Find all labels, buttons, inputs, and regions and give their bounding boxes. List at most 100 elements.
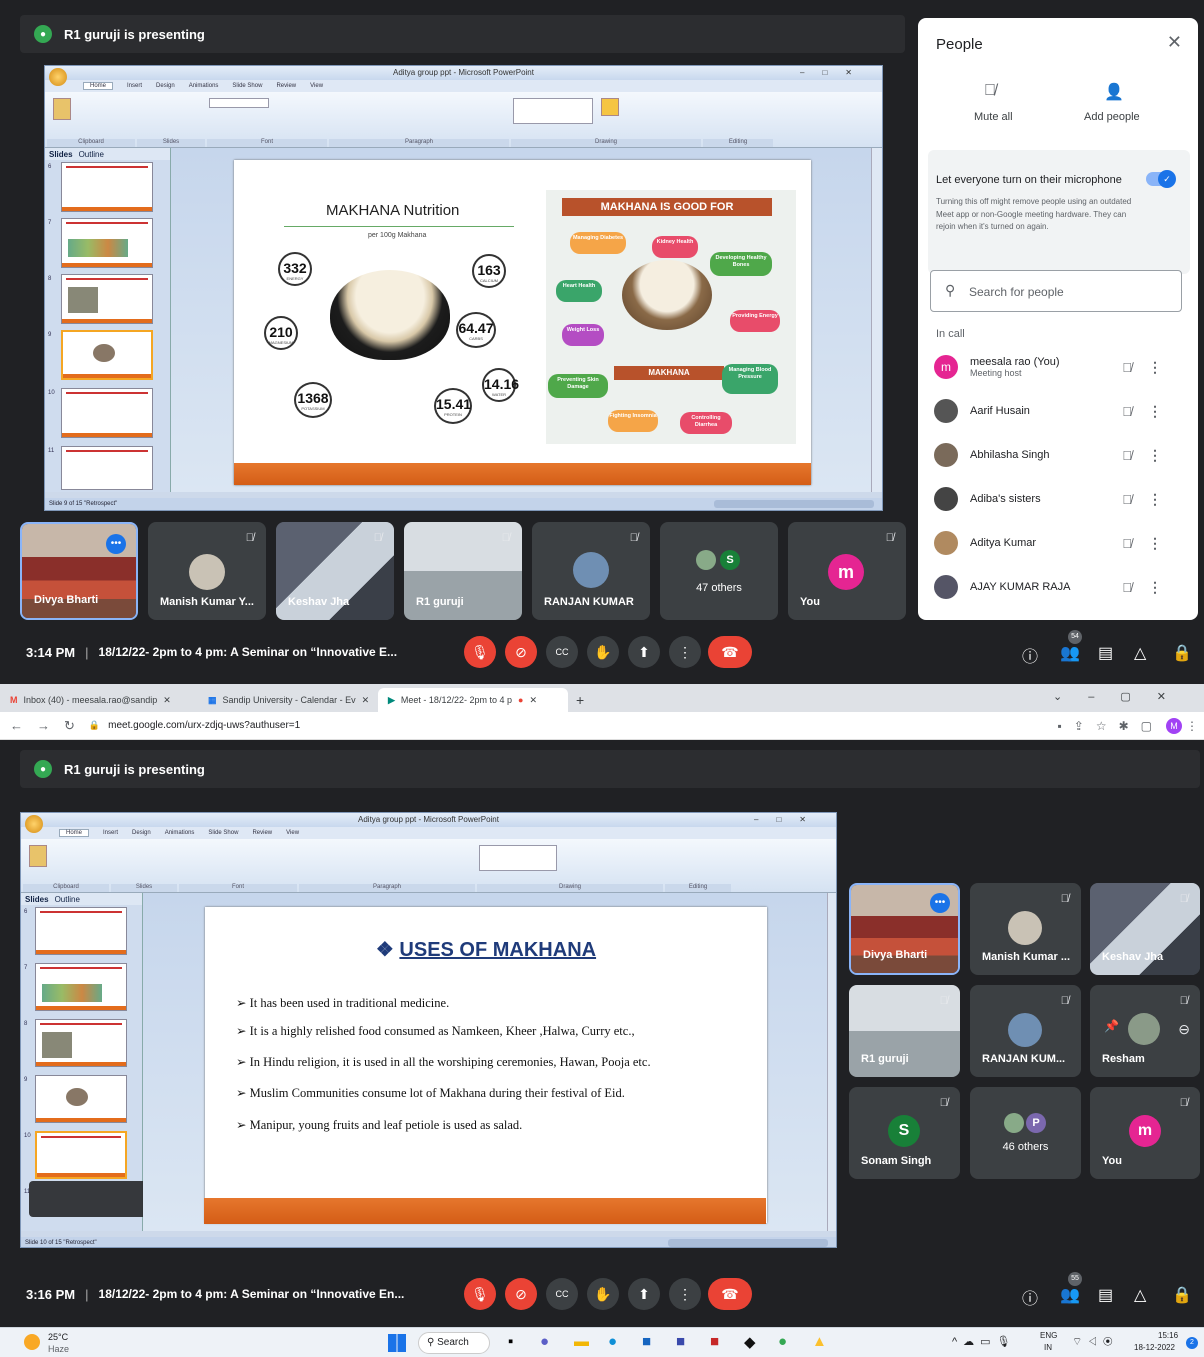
chrome-icon[interactable]: ● bbox=[778, 1333, 787, 1350]
ribbon-tab-animations[interactable]: Animations bbox=[165, 830, 195, 836]
outline-tab[interactable]: Outline bbox=[79, 150, 104, 159]
zoom-controls[interactable] bbox=[714, 500, 874, 508]
leave-call-button[interactable]: ☎ bbox=[708, 636, 752, 668]
ribbon-tab-insert[interactable]: Insert bbox=[127, 83, 142, 89]
more-icon[interactable]: ⋮ bbox=[1148, 447, 1162, 464]
others-tile[interactable]: P 46 others bbox=[970, 1087, 1081, 1179]
slide-thumbnail[interactable] bbox=[35, 1075, 127, 1123]
ribbon-tab-slideshow[interactable]: Slide Show bbox=[232, 83, 262, 89]
file-explorer-icon[interactable]: ▬ bbox=[574, 1333, 589, 1350]
slides-tab[interactable]: Slides bbox=[49, 150, 73, 159]
more-options-icon[interactable]: ••• bbox=[106, 534, 126, 554]
ribbon-tab-review[interactable]: Review bbox=[252, 830, 272, 836]
network-volume-icons[interactable]: ⌔◁◉ bbox=[1072, 1335, 1118, 1349]
participant-row[interactable]: Aarif Husain 🎙̸ ⋮ bbox=[918, 389, 1198, 433]
self-tile[interactable]: 🎙̸ m You bbox=[1090, 1087, 1200, 1179]
more-icon[interactable]: ⋮ bbox=[1148, 359, 1162, 376]
clock-time[interactable]: 15:16 bbox=[1158, 1331, 1178, 1340]
slide-thumbnail[interactable] bbox=[35, 1019, 127, 1067]
mail-app-icon[interactable]: ■ bbox=[710, 1333, 719, 1350]
tab-close-icon[interactable]: ✕ bbox=[362, 695, 370, 706]
shapes-gallery[interactable] bbox=[513, 98, 593, 124]
slide-thumbnail-selected[interactable] bbox=[35, 1131, 127, 1179]
ribbon-tab-home[interactable]: Home bbox=[83, 82, 114, 90]
remove-icon[interactable]: ⊖ bbox=[1178, 1021, 1190, 1038]
participant-row[interactable]: Aditya Kumar 🎙̸ ⋮ bbox=[918, 521, 1198, 565]
ribbon-tab-home[interactable]: Home bbox=[59, 829, 90, 837]
participant-row[interactable]: m meesala rao (You) Meeting host 🎙̸ ⋮ bbox=[918, 345, 1198, 389]
ribbon-tab-design[interactable]: Design bbox=[156, 83, 175, 89]
more-icon[interactable]: ⋮ bbox=[1148, 579, 1162, 596]
people-icon[interactable]: 👥 bbox=[1060, 1285, 1080, 1305]
more-icon[interactable]: ⋮ bbox=[1148, 535, 1162, 552]
chat-icon[interactable]: ▤ bbox=[1098, 643, 1113, 663]
info-icon[interactable]: ⓘ bbox=[1022, 643, 1038, 667]
window-controls[interactable]: ⌄–▢✕ bbox=[1053, 690, 1192, 703]
host-controls-icon[interactable]: 🔒 bbox=[1172, 643, 1192, 663]
close-icon[interactable]: ✕ bbox=[1167, 32, 1182, 53]
raise-hand-button[interactable]: ✋ bbox=[587, 1278, 619, 1310]
slide-thumbnail[interactable] bbox=[35, 963, 127, 1011]
region-label[interactable]: IN bbox=[1044, 1343, 1052, 1352]
ribbon-tab-review[interactable]: Review bbox=[276, 83, 296, 89]
slide-thumbnail[interactable] bbox=[61, 218, 153, 268]
language-label[interactable]: ENG bbox=[1040, 1331, 1057, 1340]
slide-thumbnail[interactable] bbox=[35, 907, 127, 955]
mic-off-icon[interactable]: 🎙̸ bbox=[1122, 404, 1132, 419]
slide-thumbnail[interactable] bbox=[61, 274, 153, 324]
participant-tile[interactable]: 🎙̸ RANJAN KUM... bbox=[970, 985, 1081, 1077]
window-controls[interactable]: –□✕ bbox=[800, 66, 870, 80]
paste-icon[interactable] bbox=[53, 98, 71, 120]
slide-thumbnail[interactable] bbox=[61, 446, 153, 490]
arrange-icon[interactable] bbox=[601, 98, 619, 116]
more-options-button[interactable]: ⋮ bbox=[669, 1278, 701, 1310]
raise-hand-button[interactable]: ✋ bbox=[587, 636, 619, 668]
more-icon[interactable]: ⋮ bbox=[1148, 491, 1162, 508]
chat-app-icon[interactable]: ● bbox=[540, 1333, 549, 1350]
participant-tile[interactable]: 🎙̸ R1 guruji bbox=[404, 522, 522, 620]
extensions-icons[interactable]: ▪⇪☆✱▢ bbox=[1058, 719, 1164, 733]
slide-thumbnail[interactable] bbox=[61, 162, 153, 212]
mute-all-icon[interactable]: 🎙̸ bbox=[984, 82, 996, 100]
ppt-vertical-scrollbar[interactable] bbox=[871, 148, 882, 492]
mic-off-icon[interactable]: 🎙̸ bbox=[1122, 580, 1132, 595]
outline-tab[interactable]: Outline bbox=[55, 895, 80, 904]
store-icon[interactable]: ■ bbox=[642, 1333, 651, 1350]
participant-row[interactable]: AJAY KUMAR RAJA 🎙̸ ⋮ bbox=[918, 565, 1198, 609]
mic-toggle-button[interactable]: 🎙 bbox=[464, 636, 496, 668]
mic-off-icon[interactable]: 🎙̸ bbox=[1122, 360, 1132, 375]
app-icon[interactable]: ▲ bbox=[812, 1333, 827, 1350]
participant-row[interactable]: Adiba's sisters 🎙̸ ⋮ bbox=[918, 477, 1198, 521]
participant-row[interactable]: Abhilasha Singh 🎙̸ ⋮ bbox=[918, 433, 1198, 477]
paste-icon[interactable] bbox=[29, 845, 47, 867]
start-icon[interactable] bbox=[388, 1334, 406, 1352]
window-controls[interactable]: –□✕ bbox=[754, 813, 824, 827]
present-button[interactable]: ⬆ bbox=[628, 636, 660, 668]
forward-icon[interactable]: → bbox=[37, 718, 50, 733]
info-icon[interactable]: ⓘ bbox=[1022, 1285, 1038, 1309]
browser-tab[interactable]: M Inbox (40) - meesala.rao@sandip ✕ bbox=[0, 688, 198, 712]
search-people-input[interactable]: ⚲ Search for people bbox=[930, 270, 1182, 312]
mic-off-icon[interactable]: 🎙̸ bbox=[1122, 536, 1132, 551]
others-tile[interactable]: S 47 others bbox=[660, 522, 778, 620]
more-options-button[interactable]: ⋮ bbox=[669, 636, 701, 668]
mic-off-icon[interactable]: 🎙̸ bbox=[1122, 492, 1132, 507]
ppt-vertical-scrollbar[interactable] bbox=[827, 893, 836, 1231]
ribbon-tab-slideshow[interactable]: Slide Show bbox=[208, 830, 238, 836]
shapes-gallery[interactable] bbox=[479, 845, 557, 871]
ribbon-tab-design[interactable]: Design bbox=[132, 830, 151, 836]
mic-off-icon[interactable]: 🎙̸ bbox=[1122, 448, 1132, 463]
weather-icon[interactable] bbox=[24, 1334, 40, 1350]
profile-avatar[interactable]: M bbox=[1166, 717, 1182, 734]
activities-icon[interactable]: △ bbox=[1134, 643, 1146, 663]
mic-toggle-button[interactable]: 🎙 bbox=[464, 1278, 496, 1310]
taskbar-search[interactable]: ⚲ Search bbox=[418, 1332, 490, 1354]
camera-toggle-button[interactable]: ⊘ bbox=[505, 636, 537, 668]
notification-badge[interactable]: 2 bbox=[1186, 1337, 1198, 1349]
reload-icon[interactable]: ↻ bbox=[64, 718, 75, 734]
office-button[interactable] bbox=[25, 815, 43, 833]
tab-close-icon[interactable]: ✕ bbox=[163, 695, 171, 706]
more-options-icon[interactable]: ••• bbox=[930, 893, 950, 913]
participant-tile[interactable]: 🎙̸ RANJAN KUMAR bbox=[532, 522, 650, 620]
participant-tile[interactable]: 🎙̸ 📌 ⊖ Resham bbox=[1090, 985, 1200, 1077]
